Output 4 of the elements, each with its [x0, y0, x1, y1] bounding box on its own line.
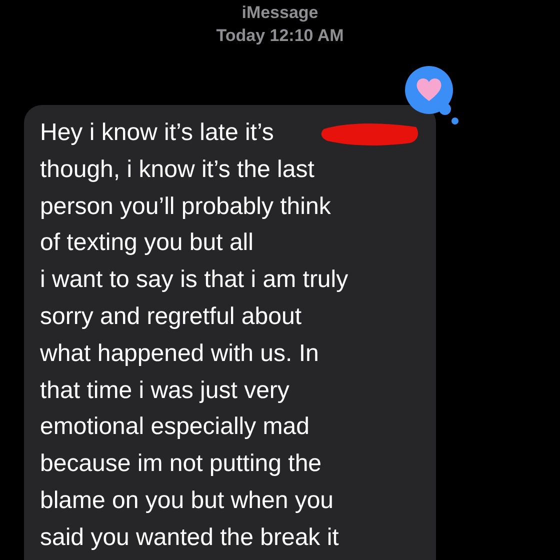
service-label: iMessage [242, 2, 318, 24]
message-text: Hey i know it’s late it’s though, i know it’s the last person you’ll probably think of texting you but all i want to say is that i am truly sorry and regretful about what happened with us. In that time i was just very emotional especially mad because im not putting the blame on you but when you said you wanted the break it [40, 118, 350, 553]
heart-reaction-icon [405, 66, 461, 126]
message-timestamp: Today 12:10 AM [216, 25, 344, 47]
